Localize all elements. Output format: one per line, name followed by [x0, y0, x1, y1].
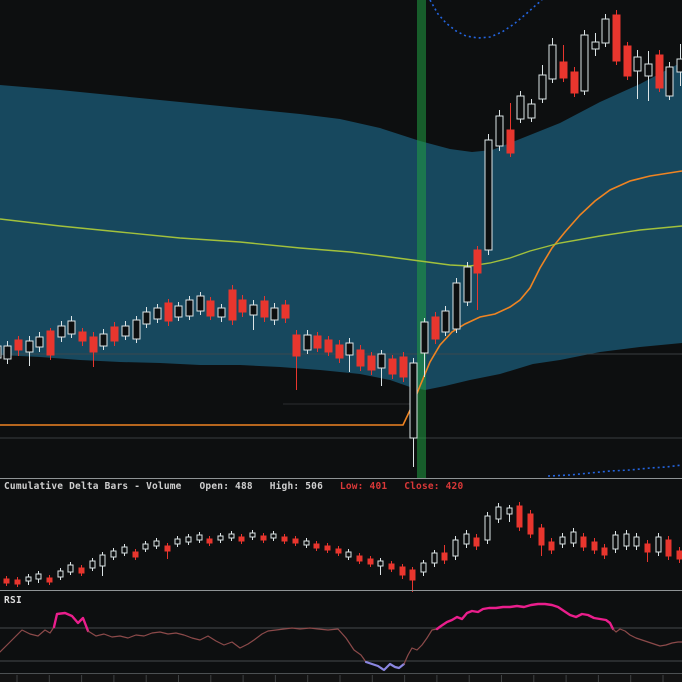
price-pane[interactable] — [0, 0, 682, 478]
delta-close-value: Close: 420 — [404, 481, 463, 492]
chart-window: Cumulative Delta Bars - Volume Open: 488… — [0, 0, 682, 682]
rsi-pane[interactable] — [0, 590, 682, 673]
delta-open-value: Open: 488 — [200, 481, 253, 492]
pane-divider-axis[interactable] — [0, 673, 682, 674]
indicator-title[interactable]: Cumulative Delta Bars - Volume — [4, 481, 182, 492]
pane-divider-delta-rsi[interactable] — [0, 590, 682, 591]
time-axis[interactable] — [0, 673, 682, 682]
delta-pane-header: Cumulative Delta Bars - Volume Open: 488… — [4, 481, 474, 492]
pane-divider-price-delta[interactable] — [0, 478, 682, 479]
delta-pane[interactable] — [0, 478, 682, 590]
rsi-indicator-title[interactable]: RSI — [4, 595, 22, 606]
delta-low-value: Low: 401 — [340, 481, 387, 492]
delta-high-value: High: 506 — [270, 481, 323, 492]
